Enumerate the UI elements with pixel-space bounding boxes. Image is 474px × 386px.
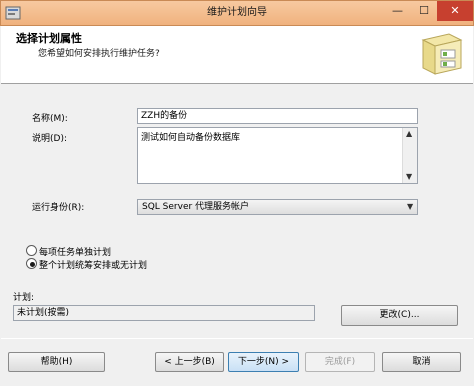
chevron-down-icon[interactable]: ▼ (407, 202, 413, 211)
minimize-button[interactable]: — (384, 1, 411, 21)
scroll-up-icon[interactable]: ▲ (406, 129, 412, 138)
close-button[interactable]: ✕ (437, 1, 473, 21)
radio-separate-schedules[interactable] (26, 245, 37, 256)
name-field[interactable]: ZZH的备份 (137, 108, 418, 124)
page-subtitle: 您希望如何安排执行维护任务? (38, 49, 160, 59)
cancel-button[interactable]: 取消 (382, 352, 461, 372)
run-as-select[interactable]: SQL Server 代理服务帐户 (137, 199, 418, 215)
radio-single-label[interactable]: 整个计划统筹安排或无计划 (39, 258, 147, 271)
description-field[interactable]: 测试如何自动备份数据库 (137, 127, 418, 184)
radio-selected-dot (30, 262, 35, 267)
page-title: 选择计划属性 (16, 32, 82, 45)
scroll-down-icon[interactable]: ▼ (406, 172, 412, 181)
description-label: 说明(D): (32, 134, 67, 144)
finish-button[interactable]: 完成(F) (305, 352, 375, 372)
radio-separate-label[interactable]: 每项任务单独计划 (39, 245, 111, 258)
wizard-folder-icon (421, 33, 463, 75)
description-text: 测试如何自动备份数据库 (141, 133, 241, 143)
schedule-label: 计划: (13, 293, 35, 303)
next-button[interactable]: 下一步(N) > (228, 352, 299, 372)
change-schedule-button[interactable]: 更改(C)... (341, 305, 458, 326)
maximize-button[interactable]: ☐ (411, 1, 437, 21)
help-button[interactable]: 帮助(H) (8, 352, 105, 372)
name-label: 名称(M): (32, 114, 68, 124)
run-as-value: SQL Server 代理服务帐户 (142, 202, 250, 212)
schedule-field: 未计划(按需) (13, 305, 315, 321)
run-as-label: 运行身份(R): (32, 203, 85, 213)
back-button[interactable]: < 上一步(B) (155, 352, 224, 372)
radio-single-schedule[interactable] (26, 258, 37, 269)
